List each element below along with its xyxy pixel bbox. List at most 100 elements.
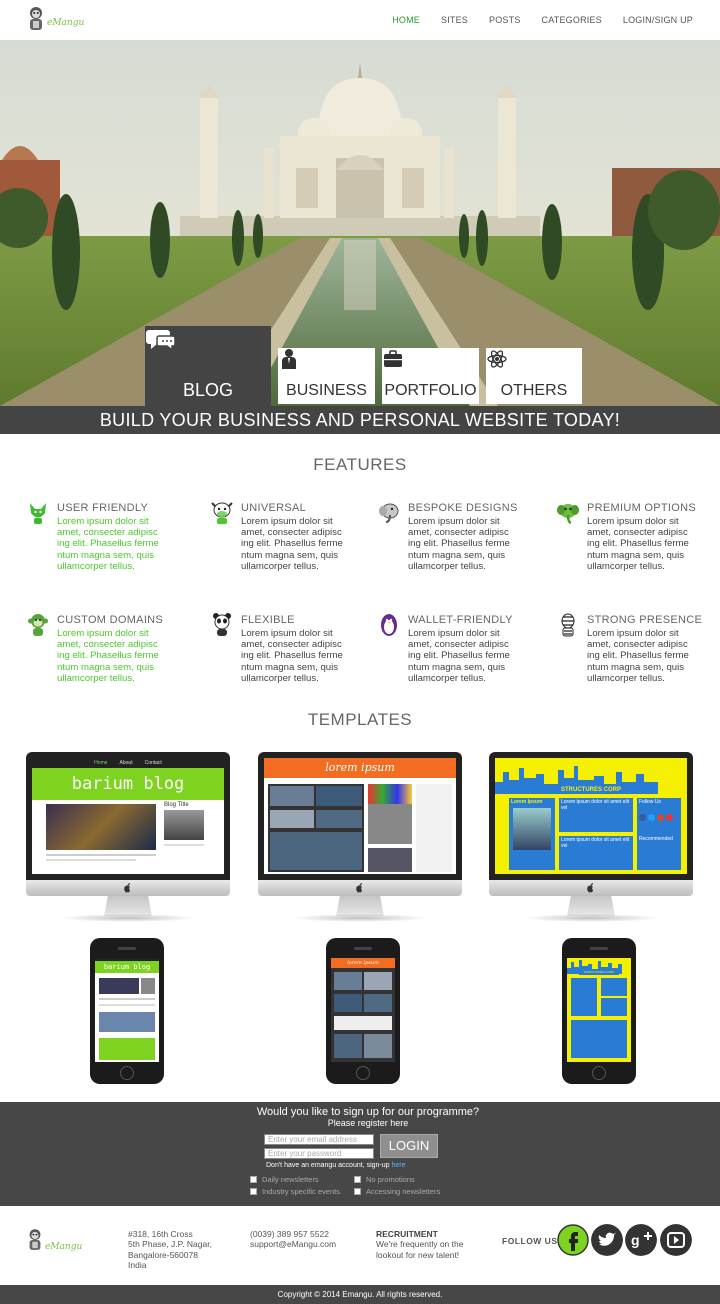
template-headline: Blog Title (164, 802, 189, 808)
footer-contact: (0039) 389 957 5522 support@eMangu.com (250, 1229, 336, 1250)
cow-mascot-icon (211, 502, 233, 524)
copyright-bar: Copyright © 2014 Emangu. All rights rese… (0, 1285, 720, 1304)
feature-description: Lorem ipsum dolor sit amet, consecter ad… (57, 628, 159, 684)
feature-description: Lorem ipsum dolor sit amet, consecter ad… (241, 628, 343, 684)
checkbox-box[interactable] (250, 1176, 257, 1183)
footer-logo[interactable]: eMangu (26, 1226, 82, 1254)
monkey-mascot-icon (28, 614, 48, 636)
checkbox-accessing-newsletters[interactable]: Accessing newsletters (354, 1187, 440, 1196)
feature-description: Lorem ipsum dolor sit amet, consecter ad… (241, 516, 343, 572)
template-follow-label: Follow Us (639, 799, 661, 805)
nav-login-signup[interactable]: LOGIN/SIGN UP (623, 15, 693, 25)
feature-title: USER FRIENDLY (57, 502, 149, 514)
checkbox-no-promotions[interactable]: No promotions (354, 1175, 415, 1184)
template-mobile-barium-blog[interactable]: barium blog (90, 938, 164, 1084)
template-title: STRUCTURES CORP (545, 786, 637, 794)
address-line: India (128, 1260, 147, 1271)
fox-mascot-icon (30, 503, 46, 524)
person-icon (282, 349, 296, 369)
tab-others-label: OTHERS (500, 382, 568, 399)
checkbox-label: No promotions (366, 1175, 415, 1184)
signup-here-link[interactable]: here (391, 1162, 405, 1169)
password-input[interactable] (264, 1148, 374, 1159)
template-panel-text: Lorem ipsum dolor sit amet elit vel (561, 799, 630, 811)
zebra-mascot-icon (561, 613, 575, 637)
tab-business[interactable]: BUSINESS (278, 348, 375, 404)
tab-blog[interactable]: BLOG (145, 326, 271, 406)
template-desktop-barium-blog[interactable]: Home About Contact barium blog Blog Titl… (26, 752, 230, 924)
tab-portfolio-label: PORTFOLIO (384, 382, 477, 399)
checkbox-label: Daily newsletters (262, 1175, 319, 1184)
banner-text: BUILD YOUR BUSINESS AND PERSONAL WEBSITE… (99, 410, 621, 430)
template-screen: lorem ipsum (264, 758, 456, 874)
nav-home[interactable]: HOME (392, 15, 420, 25)
footer-recruitment: RECRUITMENT We're frequently on the look… (376, 1229, 463, 1260)
phone-number: (0039) 389 957 5522 (250, 1229, 329, 1239)
checkbox-label: Industry specific events (262, 1187, 340, 1196)
template-desktop-structures-corp[interactable]: STRUCTURES CORP Lorem Ipsum Lorem ipsum … (489, 752, 693, 924)
template-nav-about: About (119, 760, 133, 766)
feature-title: UNIVERSAL (241, 502, 307, 514)
signup-subtitle: Please register here (327, 1118, 409, 1128)
feature-title: PREMIUM OPTIONS (587, 502, 697, 514)
email-input[interactable] (264, 1134, 374, 1145)
checkbox-label: Accessing newsletters (366, 1187, 441, 1196)
template-mobile-lorem-ipsum[interactable]: lorem ipsum (326, 938, 400, 1084)
signup-section: Would you like to sign up for our progra… (0, 1102, 720, 1206)
template-desktop-lorem-ipsum[interactable]: lorem ipsum (258, 752, 462, 924)
nav-sites[interactable]: SITES (441, 15, 468, 25)
signup-question: Would you like to sign up for our progra… (256, 1106, 480, 1118)
feature-title: WALLET-FRIENDLY (408, 614, 513, 626)
chat-bubble-icon (146, 330, 176, 352)
tab-others[interactable]: OTHERS (486, 348, 582, 404)
support-email[interactable]: support@eMangu.com (250, 1239, 336, 1249)
monkey-mascot-icon (29, 1229, 41, 1250)
feature-title: STRONG PRESENCE (587, 614, 703, 626)
atom-icon (487, 350, 507, 368)
feature-description: Lorem ipsum dolor sit amet, consecter ad… (408, 628, 510, 684)
template-screen: barium blog (95, 958, 159, 1062)
tab-blog-label: BLOG (182, 380, 234, 400)
logo-text: eMangu (47, 18, 85, 28)
youtube-icon[interactable] (660, 1224, 692, 1256)
google-plus-icon[interactable]: g (625, 1224, 657, 1256)
template-title: STRUCTURES CORP (579, 970, 619, 975)
template-title: lorem ipsum (331, 958, 395, 968)
recruitment-text: lookout for new talent! (376, 1249, 460, 1260)
templates-title: TEMPLATES (307, 710, 413, 729)
address-line: #318, 16th Cross (128, 1229, 193, 1239)
penguin-mascot-icon (381, 614, 397, 636)
template-title: barium blog (95, 961, 159, 973)
template-hero-photo (46, 804, 156, 850)
recruitment-text: We're frequently on the (376, 1239, 464, 1250)
logo-text: eMangu (45, 1242, 83, 1252)
twitter-icon[interactable] (591, 1224, 623, 1256)
checkbox-daily-newsletters[interactable]: Daily newsletters (250, 1175, 319, 1184)
feature-title: BESPOKE DESIGNS (408, 502, 518, 514)
facebook-icon[interactable] (557, 1224, 589, 1256)
nav-posts[interactable]: POSTS (489, 15, 521, 25)
tab-portfolio[interactable]: PORTFOLIO (382, 348, 479, 404)
login-button[interactable]: LOGIN (380, 1134, 438, 1158)
follow-us-label: FOLLOW US (502, 1236, 558, 1246)
svg-text:g: g (631, 1232, 640, 1248)
site-logo[interactable]: eMangu (26, 6, 84, 32)
template-panel-text: Lorem ipsum dolor sit amet elit vel (561, 837, 630, 849)
template-portrait (164, 810, 204, 840)
checkbox-box[interactable] (354, 1188, 361, 1195)
template-screen: lorem ipsum (331, 958, 395, 1062)
checkbox-industry-events[interactable]: Industry specific events (250, 1187, 340, 1196)
hero-banner: BUILD YOUR BUSINESS AND PERSONAL WEBSITE… (0, 406, 720, 434)
template-mobile-structures-corp[interactable]: STRUCTURES CORP (562, 938, 636, 1084)
checkbox-box[interactable] (250, 1188, 257, 1195)
briefcase-icon (384, 350, 402, 367)
nav-categories[interactable]: CATEGORIES (542, 15, 602, 25)
feature-description: Lorem ipsum dolor sit amet, consecter ad… (587, 628, 689, 684)
template-title: lorem ipsum (264, 758, 456, 778)
tab-business-label: BUSINESS (286, 382, 367, 399)
template-screen: Home About Contact barium blog Blog Titl… (32, 758, 224, 874)
feature-description: Lorem ipsum dolor sit amet, consecter ad… (408, 516, 510, 572)
checkbox-box[interactable] (354, 1176, 361, 1183)
template-recommended-label: Recommended (639, 836, 673, 842)
features-title: FEATURES (313, 455, 407, 474)
